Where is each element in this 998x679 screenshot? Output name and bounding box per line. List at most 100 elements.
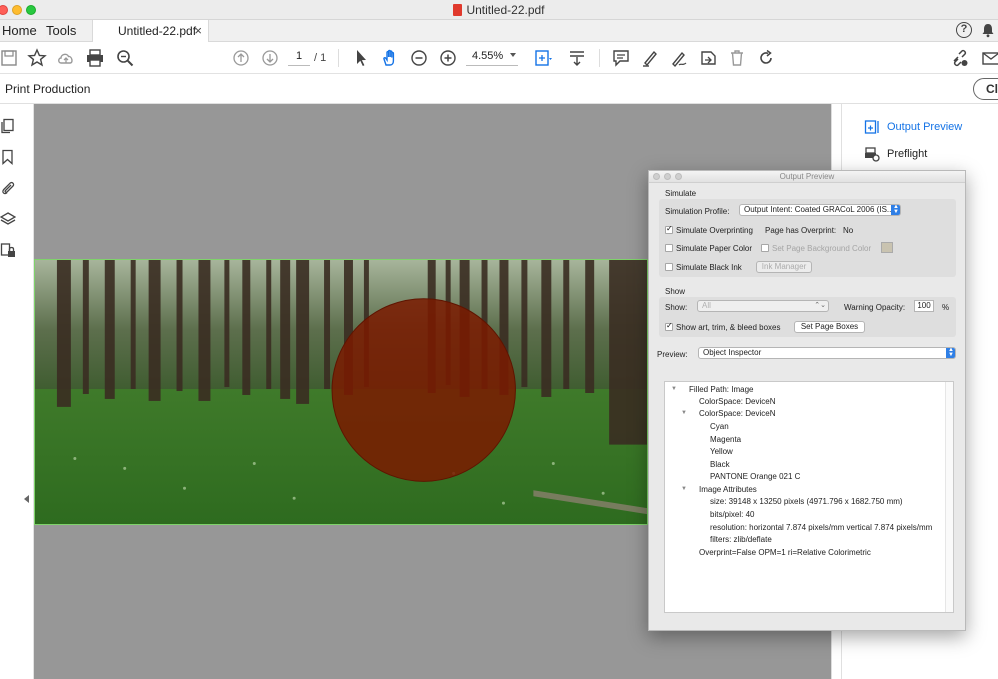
show-value: All <box>702 301 711 310</box>
tree-node-resolution[interactable]: resolution: horizontal 7.874 pixels/mm v… <box>710 523 932 532</box>
page-number-input[interactable]: 1 <box>288 50 310 66</box>
tree-node-size[interactable]: size: 39148 x 13250 pixels (4971.796 x 1… <box>710 497 903 506</box>
previous-page-icon[interactable] <box>231 48 251 68</box>
close-production-button[interactable]: Clo <box>973 78 998 100</box>
tree-node-pantone[interactable]: PANTONE Orange 021 C <box>710 472 800 481</box>
page-has-overprint-value: No <box>843 226 854 235</box>
upload-cloud-icon[interactable] <box>56 48 76 68</box>
tab-document[interactable]: Untitled-22.pdf × <box>92 20 209 42</box>
tree-node-magenta[interactable]: Magenta <box>710 435 741 444</box>
simulate-overprinting-checkbox[interactable] <box>665 224 673 234</box>
highlight-pen-icon[interactable] <box>640 48 660 68</box>
simulation-profile-label: Simulation Profile: <box>665 207 730 216</box>
select-stepper-icon: ▲ ▼ <box>891 205 900 215</box>
tab-home[interactable]: Home <box>2 23 37 38</box>
security-lock-icon[interactable] <box>0 242 16 258</box>
output-preview-label: Output Preview <box>887 121 963 133</box>
pdf-file-icon <box>453 4 463 16</box>
email-icon[interactable] <box>981 48 998 68</box>
warning-opacity-input[interactable]: 100 <box>914 300 934 312</box>
zoom-out-icon[interactable] <box>409 48 429 68</box>
zoom-level-value: 4.55% <box>472 50 504 62</box>
delete-trash-icon[interactable] <box>727 48 747 68</box>
layers-icon[interactable] <box>0 211 16 227</box>
share-link-icon[interactable] <box>950 48 970 68</box>
show-boxes-checkbox[interactable] <box>665 321 673 331</box>
tree-node-overprint[interactable]: Overprint=False OPM=1 ri=Relative Colori… <box>699 548 871 557</box>
tree-node-filters[interactable]: filters: zlib/deflate <box>710 535 772 544</box>
document-tab-label: Untitled-22.pdf <box>118 24 197 38</box>
tree-node-yellow[interactable]: Yellow <box>710 447 733 456</box>
tree-node-bits[interactable]: bits/pixel: 40 <box>710 510 754 519</box>
show-select[interactable]: All ⌃⌄ <box>697 300 829 312</box>
collapse-left-panel-icon[interactable] <box>24 495 29 503</box>
print-production-title: Print Production <box>5 82 91 96</box>
tree-node-cyan[interactable]: Cyan <box>710 422 729 431</box>
search-zoom-icon[interactable] <box>115 48 135 68</box>
inspector-scrollbar[interactable] <box>945 382 953 612</box>
output-preview-dialog: Output Preview Simulate Simulation Profi… <box>648 170 966 631</box>
show-heading: Show <box>665 287 686 296</box>
zoom-level-select[interactable]: 4.55% <box>466 50 518 66</box>
sign-icon[interactable] <box>669 48 689 68</box>
simulation-profile-value: Output Intent: Coated GRACoL 2006 (IS... <box>744 205 894 214</box>
set-page-bg-checkbox[interactable] <box>761 244 769 252</box>
set-page-bg-row[interactable]: Set Page Background Color <box>761 244 871 253</box>
simulate-overprinting-row[interactable]: Simulate Overprinting <box>665 224 753 235</box>
window-title: Untitled-22.pdf <box>0 3 998 17</box>
window-title-text: Untitled-22.pdf <box>466 3 545 17</box>
tree-node-colorspace[interactable]: ColorSpace: DeviceN <box>699 409 775 418</box>
simulate-paper-color-checkbox[interactable] <box>665 244 673 252</box>
attachments-paperclip-icon[interactable] <box>0 180 16 196</box>
expand-triangle-icon[interactable]: ▼ <box>681 410 687 416</box>
tree-node-black[interactable]: Black <box>710 460 730 469</box>
save-icon[interactable] <box>0 48 20 68</box>
hand-tool-icon[interactable] <box>380 48 400 68</box>
fit-page-icon[interactable] <box>533 48 553 68</box>
page-thumbnails-icon[interactable] <box>0 118 16 134</box>
send-for-signature-icon[interactable] <box>698 48 718 68</box>
close-tab-icon[interactable]: × <box>194 23 202 38</box>
dialog-titlebar[interactable]: Output Preview <box>649 171 965 183</box>
next-page-icon[interactable] <box>260 48 280 68</box>
output-preview-tool[interactable]: Output Preview <box>864 120 963 134</box>
tab-row: Home Tools Untitled-22.pdf × ? <box>0 20 998 42</box>
toolbar-divider <box>338 49 339 67</box>
warning-opacity-percent: % <box>942 303 950 312</box>
print-icon[interactable] <box>85 48 105 68</box>
bell-icon[interactable] <box>980 22 996 38</box>
tree-node-image-attributes[interactable]: Image Attributes <box>699 485 757 494</box>
simulate-black-ink-row[interactable]: Simulate Black Ink <box>665 263 742 272</box>
window-titlebar: Untitled-22.pdf <box>0 0 998 20</box>
simulate-group: Simulation Profile: Output Intent: Coate… <box>659 199 956 277</box>
preflight-icon <box>865 147 880 162</box>
zoom-in-icon[interactable] <box>438 48 458 68</box>
simulation-profile-select[interactable]: Output Intent: Coated GRACoL 2006 (IS...… <box>739 204 901 216</box>
set-page-boxes-button[interactable]: Set Page Boxes <box>794 321 865 333</box>
comment-icon[interactable] <box>611 48 631 68</box>
help-icon[interactable]: ? <box>956 22 972 38</box>
tree-node-colorspace[interactable]: ColorSpace: DeviceN <box>699 397 775 406</box>
expand-triangle-icon[interactable]: ▼ <box>681 486 687 492</box>
forest-image <box>34 259 648 525</box>
ink-manager-button[interactable]: Ink Manager <box>756 261 812 273</box>
tab-tools[interactable]: Tools <box>46 23 76 38</box>
object-inspector-tree[interactable]: ▼ Filled Path: Image ColorSpace: DeviceN… <box>664 381 954 613</box>
bookmark-star-icon[interactable] <box>27 48 47 68</box>
toolbar-divider <box>599 49 600 67</box>
expand-triangle-icon[interactable]: ▼ <box>671 386 677 392</box>
preview-mode-select[interactable]: Object Inspector ▲ ▼ <box>698 347 956 359</box>
select-cursor-icon[interactable] <box>351 48 371 68</box>
tree-node-filled-path[interactable]: Filled Path: Image <box>689 385 753 394</box>
bookmarks-icon[interactable] <box>0 149 16 165</box>
simulate-paper-color-row[interactable]: Simulate Paper Color <box>665 244 752 253</box>
simulate-black-ink-checkbox[interactable] <box>665 263 673 271</box>
show-label: Show: <box>665 303 688 312</box>
show-boxes-row[interactable]: Show art, trim, & bleed boxes <box>665 321 781 332</box>
scroll-mode-icon[interactable] <box>567 48 587 68</box>
preflight-tool[interactable]: Preflight <box>864 147 928 162</box>
page-background-color-swatch[interactable] <box>881 242 893 253</box>
rotate-icon[interactable] <box>756 48 776 68</box>
preview-mode-value: Object Inspector <box>703 348 762 357</box>
preflight-label: Preflight <box>887 148 928 160</box>
